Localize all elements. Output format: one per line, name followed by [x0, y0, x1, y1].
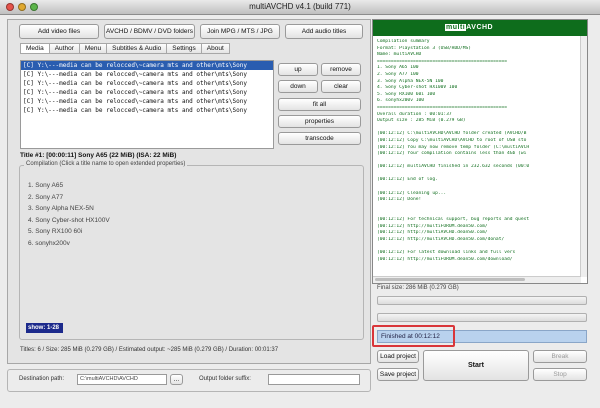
log-line: Name: multiAVCHD — [377, 52, 422, 58]
window-titlebar: multiAVCHD v4.1 (build 771) — [0, 0, 600, 15]
selected-title-info: Title #1: [00:00:11] Sony A65 (22 MiB) (… — [20, 152, 177, 159]
move-down-button[interactable]: down — [278, 80, 318, 93]
join-mpg-button[interactable]: Join MPG / MTS / JPG — [200, 24, 280, 39]
save-project-button[interactable]: Save project — [377, 368, 419, 381]
media-file-list[interactable]: [C] Y:\---media can be relocced\~camera … — [20, 60, 274, 149]
compilation-label: Compilation (Click a title name to open … — [24, 161, 188, 167]
log-line: [00:12:12] Your compilation contains les… — [377, 151, 527, 157]
clear-button[interactable]: clear — [321, 80, 361, 93]
file-row[interactable]: [C] Y:\---media can be relocced\~camera … — [21, 88, 273, 97]
compilation-title-item[interactable]: 3. Sony Alpha NEX-5N — [28, 203, 110, 215]
add-audio-titles-button[interactable]: Add audio titles — [285, 24, 363, 39]
status-highlight-box — [372, 325, 455, 347]
log-line: 4. Sony Cyber-shot HX100V 100 — [377, 85, 458, 91]
log-line: [00:12:12] http://multiFORUM.dean50.com/ — [377, 223, 488, 229]
stop-button[interactable]: Stop — [533, 368, 587, 381]
move-up-button[interactable]: up — [278, 63, 318, 76]
log-line: [00:12:12] http://multiFORUM.dean50.com/… — [377, 256, 513, 262]
log-line: 3. Sony Alpha NEX-5N 100 — [377, 78, 444, 84]
log-line: Overall duration : 00:01:37 — [377, 111, 452, 117]
log-line: Output size : 285 MiB (0.279 GB) — [377, 118, 466, 124]
transcode-button[interactable]: transcode — [278, 132, 361, 145]
scroll-thumb[interactable] — [375, 278, 525, 281]
log-line: Format: Playstation 3 (USB/HDD/MS) — [377, 45, 472, 51]
log-line: [00:12:12] C:\multiAVCHD\AVCHD folder cr… — [377, 131, 527, 137]
log-vertical-scrollbar[interactable] — [580, 36, 587, 277]
avchd-folders-button[interactable]: AVCHD / BDMV / DVD folders — [104, 24, 195, 39]
tab-author[interactable]: Author — [49, 43, 80, 54]
log-line: 6. sonyhx200v 100 — [377, 98, 425, 104]
log-line: [00:12:12] http://multiAVCHD.dean50.com/… — [377, 236, 505, 242]
log-line: 1. Sony A65 100 — [377, 65, 419, 71]
window-title: multiAVCHD v4.1 (build 771) — [249, 2, 351, 11]
logo-prefix: multi — [445, 24, 467, 31]
compilation-titles: 1. Sony A65 2. Sony A77 3. Sony Alpha NE… — [28, 180, 110, 249]
log-lines: Compilation summary Format: Playstation 3… — [377, 39, 583, 263]
log-line: [00:12:12] Copy C:\multiAVCHD\AVCHD to r… — [377, 137, 527, 143]
compilation-title-item[interactable]: 5. Sony RX100 60i — [28, 226, 110, 238]
log-line: ========================================… — [377, 58, 507, 64]
log-line: Compilation summary — [377, 39, 430, 44]
show-range-badge[interactable]: show: 1-28 — [26, 323, 63, 333]
fit-all-button[interactable]: fit all — [278, 98, 361, 111]
compilation-title-item[interactable]: 6. sonyhx200v — [28, 238, 110, 250]
tab-settings[interactable]: Settings — [167, 43, 202, 54]
remove-button[interactable]: remove — [321, 63, 361, 76]
log-line: [00:12:12] You may now remove temp folde… — [377, 144, 530, 150]
compilation-title-item[interactable]: 2. Sony A77 — [28, 192, 110, 204]
log-line: 5. Sony RX100 60i 100 — [377, 91, 436, 97]
log-line: [00:12:12] End of log. — [377, 177, 438, 183]
output-suffix-label: Output folder suffix: — [199, 376, 251, 382]
log-horizontal-scrollbar[interactable] — [373, 276, 581, 283]
tab-media[interactable]: Media — [20, 43, 50, 54]
compilation-title-item[interactable]: 1. Sony A65 — [28, 180, 110, 192]
log-line: [00:12:12] Done! — [377, 197, 422, 203]
destination-path-label: Destination path: — [19, 376, 65, 382]
file-row[interactable]: [C] Y:\---media can be relocced\~camera … — [21, 97, 273, 106]
log-window: multiAVCHD Compilation summary Format: Pl… — [372, 19, 588, 284]
browse-button[interactable]: ... — [170, 374, 183, 385]
log-line: [00:12:12] Cleaning up... — [377, 190, 447, 196]
tab-about[interactable]: About — [201, 43, 230, 54]
log-line: ========================================… — [377, 104, 507, 110]
progress-bar-2 — [377, 313, 587, 322]
log-line: [00:12:12] multiAVCHD finished in 232.63… — [377, 164, 530, 170]
log-line: [00:12:12] http://multiAVCHD.deanS0.com/ — [377, 230, 488, 236]
compilation-summary: Titles: 6 / Size: 285 MiB (0.279 GB) / E… — [20, 347, 279, 353]
log-header: multiAVCHD — [373, 20, 587, 36]
compilation-title-item[interactable]: 4. Sony Cyber-shot HX100V — [28, 215, 110, 227]
properties-button[interactable]: properties — [278, 115, 361, 128]
destination-path-field[interactable]: C:\multiAVCHD\AVCHD — [77, 374, 167, 385]
multiavchd-logo: multiAVCHD — [445, 24, 493, 31]
break-button[interactable]: Break — [533, 350, 587, 363]
progress-bar-1 — [377, 296, 587, 305]
tab-bar: Media Author Menu Subtitles & Audio Sett… — [20, 43, 230, 54]
file-row[interactable]: [C] Y:\---media can be relocced\~camera … — [21, 61, 273, 70]
logo-suffix: AVCHD — [466, 24, 494, 31]
load-project-button[interactable]: Load project — [377, 350, 419, 363]
log-line: [00:12:12] For latest download links and… — [377, 250, 516, 255]
start-button[interactable]: Start — [423, 350, 529, 381]
file-row[interactable]: [C] Y:\---media can be relocced\~camera … — [21, 70, 273, 79]
file-row[interactable]: [C] Y:\---media can be relocced\~camera … — [21, 79, 273, 88]
output-suffix-field[interactable] — [268, 374, 360, 385]
log-line: 2. Sony A77 100 — [377, 71, 419, 77]
log-line: [00:12:12] For technical support, bug re… — [377, 217, 530, 223]
tab-menu[interactable]: Menu — [79, 43, 108, 54]
file-row[interactable]: [C] Y:\---media can be relocced\~camera … — [21, 106, 273, 115]
tab-subtitles-audio[interactable]: Subtitles & Audio — [107, 43, 168, 54]
add-video-files-button[interactable]: Add video files — [19, 24, 99, 39]
final-size-label: Final size: 286 MiB (0.279 GB) — [377, 285, 459, 291]
